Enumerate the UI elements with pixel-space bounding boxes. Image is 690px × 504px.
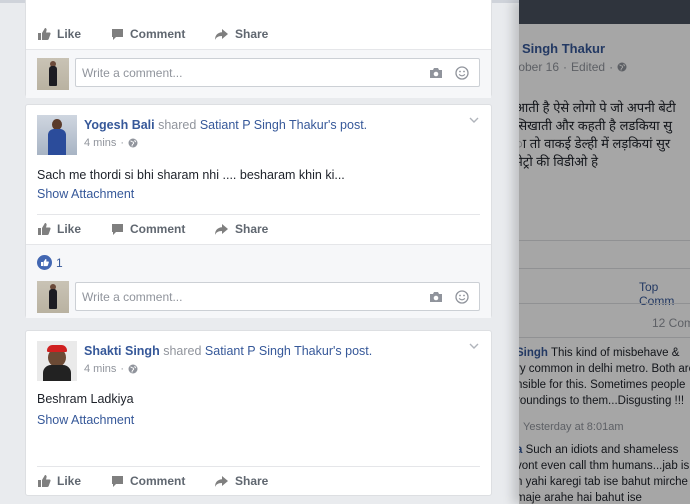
story-headline: Yogesh Bali shared Satiant P Singh Thaku… xyxy=(84,118,367,132)
viewer-comment: a Such an idiots and shameless vont even… xyxy=(519,442,690,504)
viewer-author-name[interactable]: Singh Thakur xyxy=(522,41,605,56)
viewer-post-date: tober 16 · Edited · xyxy=(519,60,627,74)
post-text: Sach me thordi si bhi sharam nhi .... be… xyxy=(37,168,345,182)
comment-button[interactable]: Comment xyxy=(111,222,185,236)
post-meta: 4 mins · xyxy=(84,363,138,375)
viewer-top-bar xyxy=(519,0,690,24)
divider xyxy=(519,240,690,241)
action-bar: Like Comment Share xyxy=(26,466,491,496)
share-icon xyxy=(215,28,228,40)
divider xyxy=(519,337,690,338)
comment-button[interactable]: Comment xyxy=(111,27,185,41)
thumbs-up-icon xyxy=(38,28,51,40)
source-link[interactable]: Satiant P Singh Thakur's post. xyxy=(200,118,367,132)
thumbs-up-icon xyxy=(38,475,51,487)
author-name[interactable]: Shakti Singh xyxy=(84,344,160,358)
viewer-body-line: मेट्रो की विडीओ हे xyxy=(519,154,598,169)
post-meta: 4 mins · xyxy=(84,137,138,149)
emoji-icon[interactable] xyxy=(455,290,469,304)
like-button[interactable]: Like xyxy=(37,474,81,488)
globe-icon xyxy=(128,364,138,374)
author-name[interactable]: Yogesh Bali xyxy=(84,118,155,132)
comment-row: Write a comment... xyxy=(26,49,491,98)
action-bar: Like Comment Share xyxy=(26,214,491,244)
divider xyxy=(519,303,690,304)
post-viewer-panel: Singh Thakur tober 16 · Edited · आती है … xyxy=(519,0,690,504)
emoji-icon[interactable] xyxy=(455,66,469,80)
news-feed: Like Comment Share Write a comment... Yo… xyxy=(0,0,519,504)
comment-count[interactable]: 12 Com xyxy=(652,316,690,330)
author-avatar[interactable] xyxy=(37,115,77,155)
viewer-comment: Singh This kind of misbehave & ry common… xyxy=(519,345,690,409)
globe-icon xyxy=(128,138,138,148)
share-icon xyxy=(215,475,228,487)
like-button[interactable]: Like xyxy=(37,222,81,236)
show-attachment-link[interactable]: Show Attachment xyxy=(37,187,134,201)
like-label: Like xyxy=(57,474,82,488)
shared-verb: shared xyxy=(163,344,202,358)
divider xyxy=(519,268,690,269)
like-label: Like xyxy=(57,222,82,236)
user-avatar xyxy=(37,281,69,313)
viewer-date-text[interactable]: tober 16 xyxy=(519,60,559,74)
commenter-name[interactable]: a xyxy=(519,444,522,456)
like-button[interactable]: Like xyxy=(37,27,81,41)
reaction-row: 1 xyxy=(26,244,491,280)
comment-input[interactable]: Write a comment... xyxy=(75,282,480,311)
viewer-post-body: आती है ऐसे लोगो पे जो अपनी बेटी सिखाती औ… xyxy=(519,99,690,171)
like-label: Like xyxy=(57,27,82,41)
share-icon xyxy=(215,223,228,235)
viewer-body-line: सिखाती और कहती है लडकिया सु xyxy=(519,118,672,133)
comment-label: Comment xyxy=(130,27,186,41)
comment-icon xyxy=(112,28,123,40)
post-time[interactable]: 4 mins xyxy=(84,363,116,375)
comment-timestamp[interactable]: Yesterday at 8:01am xyxy=(523,421,624,433)
share-button[interactable]: Share xyxy=(214,222,268,236)
chevron-down-icon[interactable] xyxy=(469,343,479,350)
share-button[interactable]: Share xyxy=(214,27,268,41)
comment-icon xyxy=(112,223,123,235)
viewer-edited-label[interactable]: Edited xyxy=(571,60,605,74)
show-attachment-link[interactable]: Show Attachment xyxy=(37,413,134,427)
story-card-previous: Like Comment Share Write a comment... xyxy=(25,0,492,98)
commenter-name[interactable]: Singh xyxy=(519,347,548,359)
reaction-count[interactable]: 1 xyxy=(56,256,63,270)
story-card-yogesh: Yogesh Bali shared Satiant P Singh Thaku… xyxy=(25,104,492,318)
globe-icon xyxy=(617,62,627,72)
comment-input[interactable]: Write a comment... xyxy=(75,58,480,87)
author-avatar[interactable] xyxy=(37,341,77,381)
share-button[interactable]: Share xyxy=(214,474,268,488)
share-label: Share xyxy=(235,27,269,41)
like-reaction-icon[interactable] xyxy=(37,255,52,270)
post-time[interactable]: 4 mins xyxy=(84,137,116,149)
post-text: Beshram Ladkiya xyxy=(37,392,134,406)
comment-icon xyxy=(112,475,123,487)
comment-placeholder: Write a comment... xyxy=(82,290,183,304)
chevron-down-icon[interactable] xyxy=(469,117,479,124)
comment-label: Comment xyxy=(130,222,186,236)
story-card-shakti: Shakti Singh shared Satiant P Singh Thak… xyxy=(25,330,492,496)
story-headline: Shakti Singh shared Satiant P Singh Thak… xyxy=(84,344,372,358)
comment-label: Comment xyxy=(130,474,186,488)
comment-row: Write a comment... xyxy=(26,280,491,318)
shared-verb: shared xyxy=(158,118,197,132)
viewer-body-line: आती है ऐसे लोगो पे जो अपनी बेटी xyxy=(519,100,676,115)
camera-icon[interactable] xyxy=(429,67,443,79)
share-label: Share xyxy=(235,474,269,488)
source-link[interactable]: Satiant P Singh Thakur's post. xyxy=(205,344,372,358)
comment-button[interactable]: Comment xyxy=(111,474,185,488)
viewer-body-line: ा तो वाकई डेल्ही में लड़कियां सुर xyxy=(519,136,671,151)
comment-placeholder: Write a comment... xyxy=(82,66,183,80)
camera-icon[interactable] xyxy=(429,291,443,303)
thumbs-up-icon xyxy=(38,223,51,235)
action-bar: Like Comment Share xyxy=(26,19,491,49)
share-label: Share xyxy=(235,222,269,236)
user-avatar xyxy=(37,58,69,90)
